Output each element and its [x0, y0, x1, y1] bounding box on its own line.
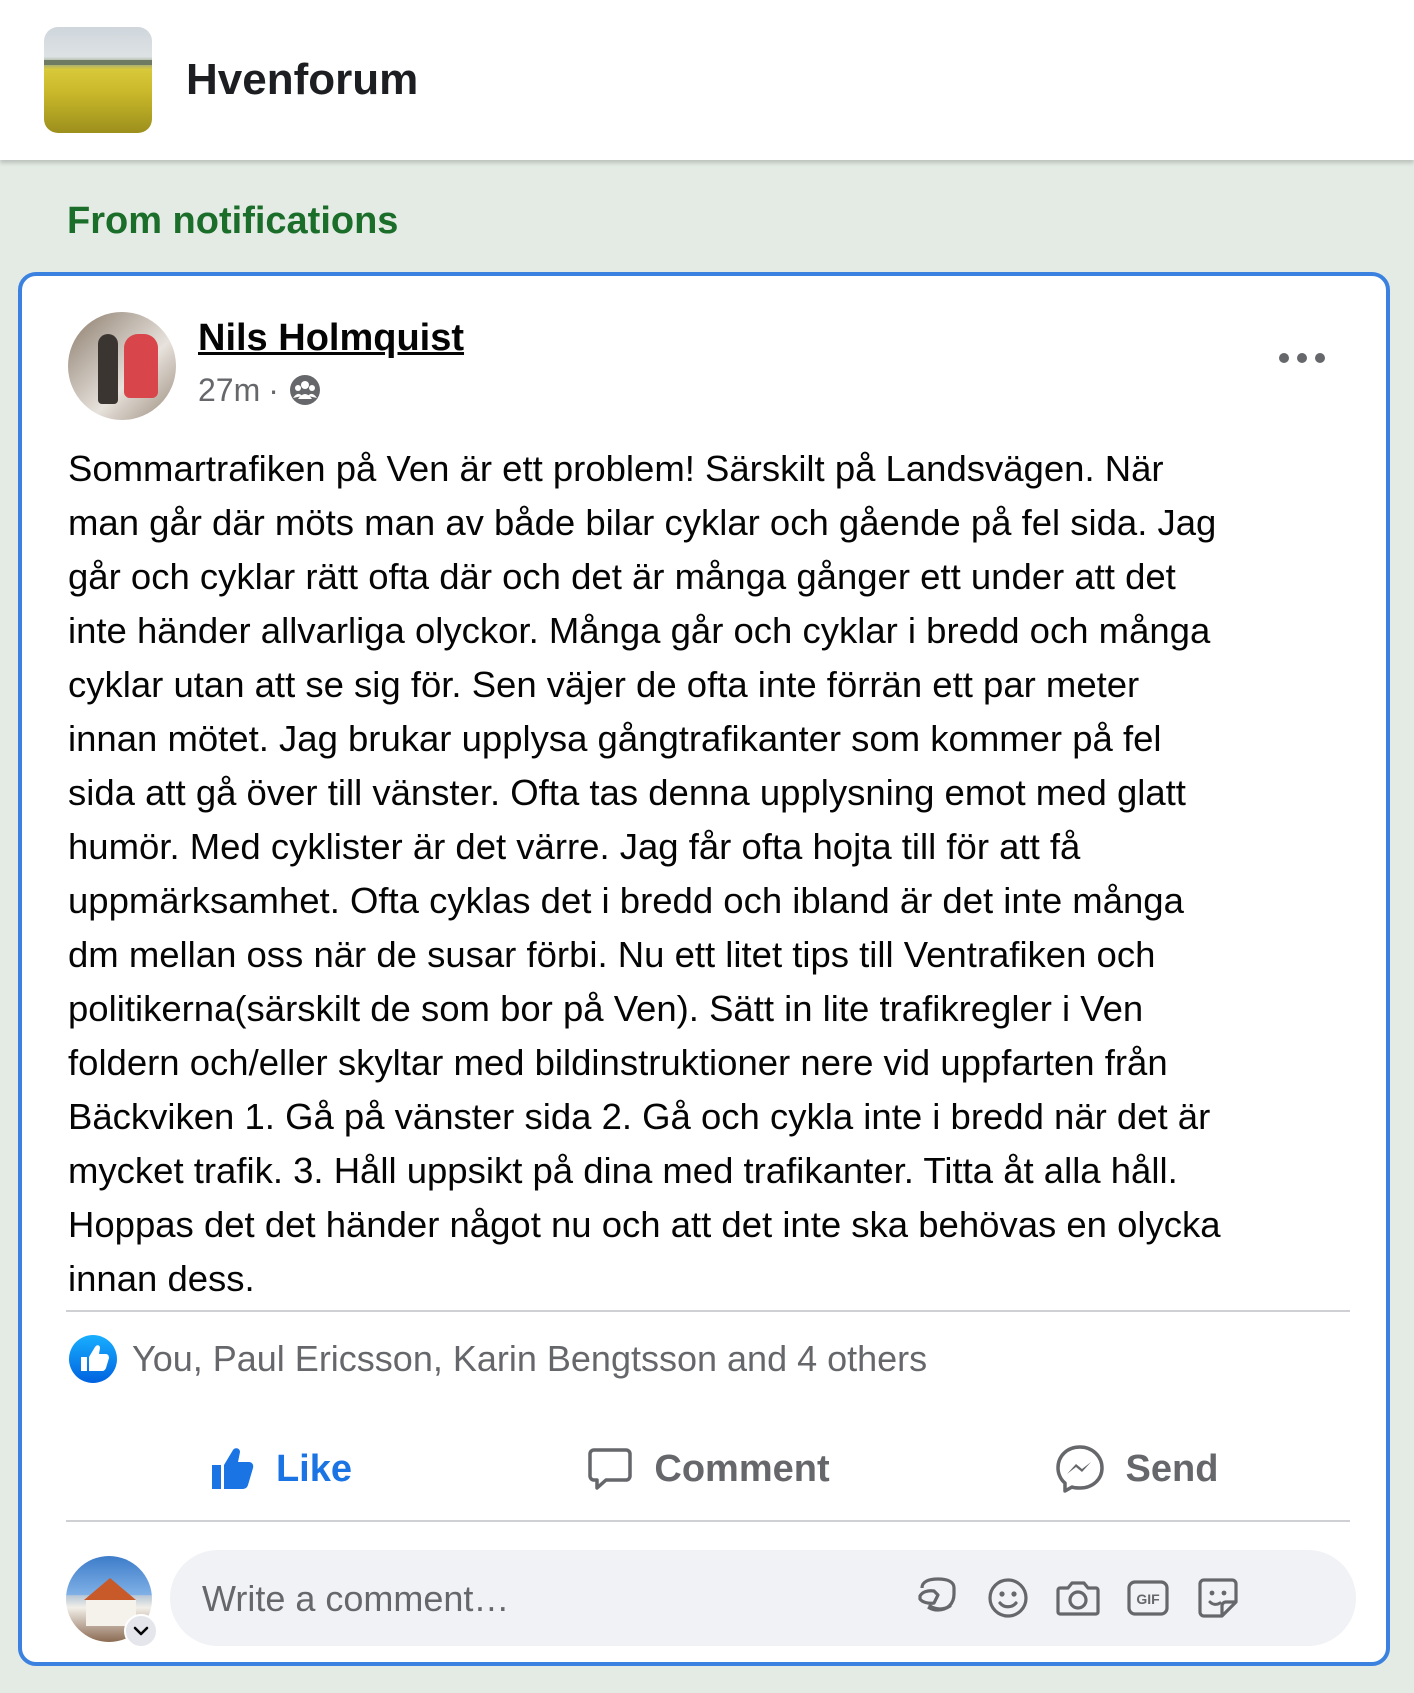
avatar-sticker-icon[interactable]: [914, 1574, 962, 1622]
comment-bubble-icon: [588, 1448, 633, 1490]
author-avatar[interactable]: [68, 312, 176, 420]
comment-input[interactable]: [200, 1568, 884, 1630]
group-members-icon[interactable]: [289, 374, 321, 406]
divider: [66, 1520, 1350, 1522]
comment-label: Comment: [654, 1447, 830, 1490]
like-reaction-icon: [69, 1335, 117, 1383]
like-button[interactable]: Like: [66, 1418, 494, 1520]
author-name[interactable]: Nils Holmquist: [198, 314, 464, 362]
svg-text:GIF: GIF: [1136, 1591, 1160, 1607]
group-thumbnail[interactable]: [44, 27, 152, 133]
thumbs-up-icon: [211, 1448, 254, 1489]
comment-box[interactable]: GIF: [170, 1550, 1356, 1646]
meta-separator: ·: [268, 372, 279, 408]
comment-button[interactable]: Comment: [494, 1418, 922, 1520]
more-options-icon[interactable]: [1278, 350, 1326, 366]
like-label: Like: [275, 1447, 353, 1490]
post-time[interactable]: 27m: [198, 370, 260, 410]
group-header: Hvenforum: [0, 0, 1414, 160]
thumbnail-horizon: [44, 60, 152, 65]
avatar-house-roof: [84, 1578, 136, 1600]
messenger-icon: [1055, 1445, 1104, 1493]
chevron-down-icon[interactable]: [124, 1614, 158, 1648]
post-actions: Like Comment Send: [66, 1418, 1350, 1520]
comment-composer: GIF: [66, 1550, 1356, 1648]
avatar-figure: [98, 334, 118, 404]
post-body-text: Sommartrafiken på Ven är ett problem! Sä…: [68, 448, 1221, 1299]
sticker-icon[interactable]: [1194, 1574, 1242, 1622]
camera-icon[interactable]: [1054, 1574, 1102, 1622]
reactions-text: You, Paul Ericsson, Karin Bengtsson and …: [132, 1338, 928, 1379]
avatar-figure: [124, 334, 158, 398]
send-label: Send: [1125, 1447, 1219, 1490]
section-label: From notifications: [67, 200, 399, 242]
post-meta: 27m ·: [198, 370, 321, 410]
divider: [66, 1310, 1350, 1312]
emoji-icon[interactable]: [984, 1574, 1032, 1622]
post-card: Nils Holmquist 27m · Sommartrafiken på V…: [18, 272, 1390, 1666]
send-button[interactable]: Send: [922, 1418, 1350, 1520]
gif-icon[interactable]: GIF: [1124, 1574, 1172, 1622]
reactions-summary[interactable]: You, Paul Ericsson, Karin Bengtsson and …: [68, 1332, 927, 1386]
group-name[interactable]: Hvenforum: [186, 50, 418, 110]
